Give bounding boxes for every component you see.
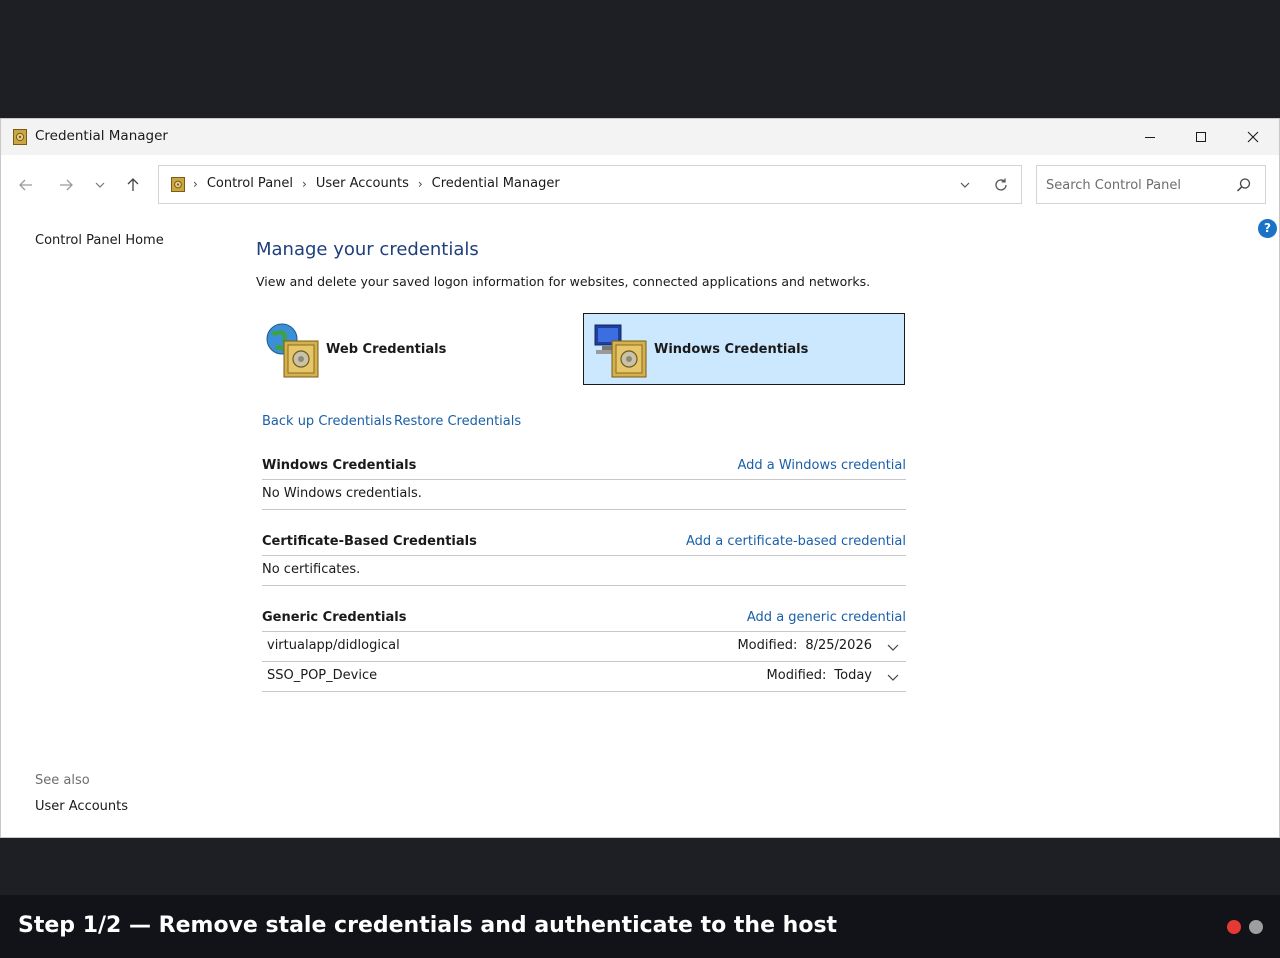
back-up-credentials-link[interactable]: Back up Credentials: [262, 414, 392, 429]
step-banner-text: Step 1/2 — Remove stale credentials and …: [18, 913, 838, 938]
section-title: Windows Credentials: [262, 458, 417, 473]
list-item: No Windows credentials.: [262, 480, 906, 510]
credential-entry-sso-pop-device[interactable]: SSO_POP_Device Modified: Today: [262, 662, 906, 692]
maximize-icon: [1196, 132, 1206, 142]
address-history-dropdown[interactable]: [955, 175, 975, 195]
refresh-icon: [995, 178, 1007, 191]
modified-label: Modified:: [737, 638, 798, 653]
credential-manager-window: Credential Manager › Control Panel › Use…: [0, 118, 1280, 838]
section-title: Generic Credentials: [262, 610, 407, 625]
breadcrumb-user-accounts[interactable]: User Accounts: [316, 176, 409, 191]
globe-vault-icon: [266, 323, 319, 378]
arrow-left-icon: [19, 179, 32, 191]
credential-name: virtualapp/didlogical: [267, 638, 400, 653]
search-input[interactable]: [1046, 175, 1226, 195]
vault-icon: [13, 129, 27, 145]
restore-credentials-link[interactable]: Restore Credentials: [394, 414, 521, 429]
breadcrumb-credential-manager[interactable]: Credential Manager: [432, 176, 560, 191]
web-credentials-tile[interactable]: Web Credentials: [256, 313, 556, 385]
breadcrumb-separator: ›: [417, 176, 423, 191]
back-button[interactable]: [14, 173, 38, 197]
chevron-down-icon: [960, 182, 970, 188]
address-bar[interactable]: › Control Panel › User Accounts › Creden…: [158, 165, 1022, 204]
help-button[interactable]: ?: [1258, 219, 1277, 238]
empty-message: No Windows credentials.: [262, 486, 422, 501]
empty-message: No certificates.: [262, 562, 361, 577]
windows-credentials-section: Windows Credentials Add a Windows creden…: [262, 454, 906, 510]
credential-modified: Modified: Today: [767, 668, 872, 683]
chevron-down-icon[interactable]: [886, 640, 900, 654]
generic-credentials-section: Generic Credentials Add a generic creden…: [262, 606, 906, 692]
breadcrumb: › Control Panel › User Accounts › Creden…: [193, 176, 560, 191]
close-button[interactable]: [1227, 119, 1279, 155]
breadcrumb-control-panel[interactable]: Control Panel: [207, 176, 293, 191]
up-button[interactable]: [121, 173, 145, 197]
navigation-bar: › Control Panel › User Accounts › Creden…: [1, 155, 1279, 213]
sidebar-link-user-accounts[interactable]: User Accounts: [35, 799, 128, 814]
windows-credentials-label: Windows Credentials: [654, 341, 809, 357]
section-header: Generic Credentials Add a generic creden…: [262, 606, 906, 632]
certificate-credentials-section: Certificate-Based Credentials Add a cert…: [262, 530, 906, 586]
breadcrumb-separator: ›: [193, 176, 198, 191]
minimize-button[interactable]: [1124, 119, 1176, 155]
maximize-button[interactable]: [1175, 119, 1227, 155]
section-title: Certificate-Based Credentials: [262, 534, 477, 549]
step-banner: Step 1/2 — Remove stale credentials and …: [0, 895, 1280, 958]
add-generic-credential-link[interactable]: Add a generic credential: [747, 610, 906, 625]
modified-label: Modified:: [766, 668, 827, 683]
title-bar: Credential Manager: [1, 119, 1279, 155]
computer-vault-icon: [594, 324, 647, 378]
step-indicator-2: [1249, 920, 1263, 934]
credential-name: SSO_POP_Device: [267, 668, 378, 683]
arrow-right-icon: [60, 179, 73, 191]
search-box[interactable]: [1036, 165, 1266, 204]
vault-icon: [171, 177, 185, 192]
list-item: No certificates.: [262, 556, 906, 586]
chevron-down-icon: [95, 182, 105, 188]
sidebar-control-panel-home[interactable]: Control Panel Home: [35, 233, 164, 248]
windows-credentials-tile[interactable]: Windows Credentials: [583, 313, 905, 385]
modified-date: 8/25/2026: [805, 638, 872, 653]
section-header: Windows Credentials Add a Windows creden…: [262, 454, 906, 480]
minimize-icon: [1145, 137, 1155, 138]
arrow-up-icon: [127, 178, 139, 191]
add-certificate-credential-link[interactable]: Add a certificate-based credential: [686, 534, 906, 549]
recent-locations-button[interactable]: [88, 173, 112, 197]
add-windows-credential-link[interactable]: Add a Windows credential: [737, 458, 906, 473]
page-title: Manage your credentials: [256, 239, 479, 260]
section-header: Certificate-Based Credentials Add a cert…: [262, 530, 906, 556]
see-also-heading: See also: [35, 773, 90, 788]
breadcrumb-separator: ›: [302, 176, 307, 191]
web-credentials-label: Web Credentials: [326, 341, 447, 357]
step-indicator-1: [1227, 920, 1241, 934]
credential-entry-virtualapp[interactable]: virtualapp/didlogical Modified: 8/25/2026: [262, 632, 906, 662]
refresh-button[interactable]: [991, 175, 1011, 195]
forward-button[interactable]: [54, 173, 78, 197]
page-description: View and delete your saved logon informa…: [256, 274, 871, 289]
modified-date: Today: [834, 668, 872, 683]
window-title: Credential Manager: [35, 128, 168, 144]
search-icon[interactable]: [1235, 176, 1253, 194]
close-icon: [1247, 131, 1259, 143]
chevron-down-icon[interactable]: [886, 670, 900, 684]
credential-modified: Modified: 8/25/2026: [737, 638, 872, 653]
